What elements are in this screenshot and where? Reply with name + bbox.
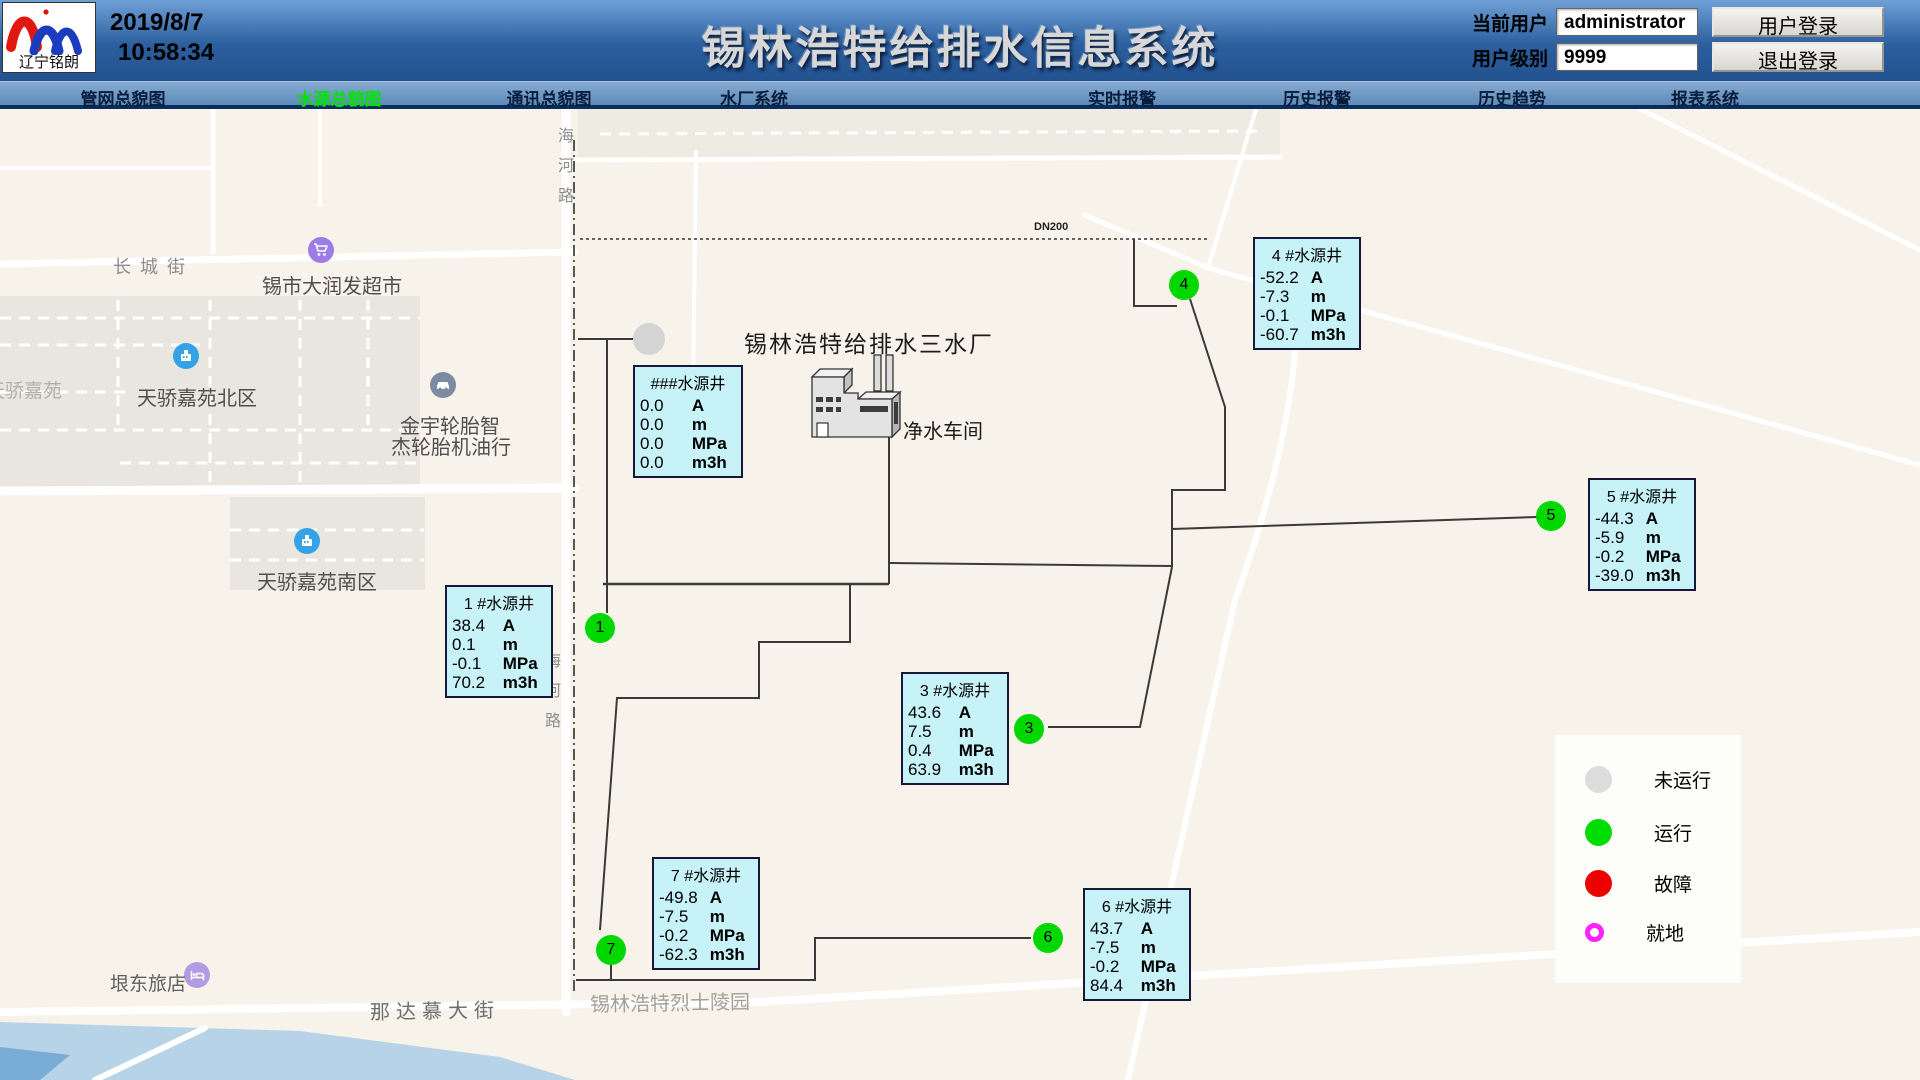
nav-item-history-trend[interactable]: 历史趋势	[1478, 85, 1546, 110]
datetime: 2019/8/7 10:58:34	[110, 8, 214, 68]
current-user-label: 当前用户	[1472, 9, 1548, 36]
poi-label-hotel: 垠东旅店	[110, 969, 186, 996]
residence-north-icon	[173, 343, 199, 369]
street-label-haihe-top: 海河路	[551, 127, 575, 217]
scada-app: 辽宁铭朗 2019/8/7 10:58:34 锡林浩特给排水信息系统 当前用户 …	[0, 0, 1920, 1080]
well-box-6[interactable]: 6 #水源井 43.7A -7.5m -0.2MPa 84.4m3h	[1083, 888, 1191, 1001]
nav-item-water-source-overview[interactable]: 水源总貌图	[297, 85, 382, 110]
hotel-bed-icon	[184, 962, 210, 988]
logout-button[interactable]: 退出登录	[1712, 42, 1884, 72]
current-user-field[interactable]: administrator	[1556, 8, 1698, 36]
well-circle-6[interactable]: 6	[1033, 923, 1063, 953]
legend-local-icon	[1585, 923, 1604, 942]
poi-label-tianjiao-south: 天骄嘉苑南区	[257, 566, 377, 595]
map-canvas: 长城街 海河路 海河路 那达慕大街 锡林浩特烈士陵园 锡市大润发超市 天骄嘉苑 …	[0, 109, 1920, 1080]
poi-label-tianjiao: 天骄嘉苑	[0, 376, 62, 403]
poi-label-supermarket: 锡市大润发超市	[262, 270, 402, 299]
user-level-field[interactable]: 9999	[1556, 43, 1698, 71]
river-water	[0, 1022, 575, 1080]
well-circle-1[interactable]: 1	[585, 613, 615, 643]
well-box-2[interactable]: ###水源井 0.0A 0.0m 0.0MPa 0.0m3h	[633, 365, 743, 478]
legend-local-label: 就地	[1646, 919, 1684, 946]
poi-label-tire-line2: 杰轮胎机油行	[391, 431, 511, 460]
residence-south-icon	[294, 528, 320, 554]
nav-item-comm-overview[interactable]: 通讯总貌图	[507, 85, 592, 110]
well-box-7[interactable]: 7 #水源井 -49.8A -7.5m -0.2MPa -62.3m3h	[652, 857, 760, 970]
login-button[interactable]: 用户登录	[1712, 7, 1884, 37]
well-circle-3[interactable]: 3	[1014, 714, 1044, 744]
legend-fault-label: 故障	[1654, 870, 1692, 897]
header: 辽宁铭朗 2019/8/7 10:58:34 锡林浩特给排水信息系统 当前用户 …	[0, 0, 1920, 81]
dn200-label: DN200	[1034, 221, 1068, 233]
logo-text: 辽宁铭朗	[19, 55, 79, 71]
legend-stopped-icon	[1585, 766, 1612, 793]
user-panel: 当前用户 administrator 用户登录 用户级别 9999 退出登录	[1472, 6, 1884, 76]
well-circle-2-stopped[interactable]	[633, 323, 665, 355]
nav-item-pipe-network-overview[interactable]: 管网总貌图	[81, 85, 166, 110]
well-box-5[interactable]: 5 #水源井 -44.3A -5.9m -0.2MPa -39.0m3h	[1588, 478, 1696, 591]
time-text: 10:58:34	[110, 38, 214, 68]
street-label-nadamu: 那达慕大街	[370, 994, 500, 1025]
date-text: 2019/8/7	[110, 8, 214, 38]
workshop-label: 净水车间	[903, 415, 983, 444]
legend-running-icon	[1585, 819, 1612, 846]
legend-stopped-label: 未运行	[1654, 766, 1711, 793]
street-label-lieshiling: 锡林浩特烈士陵园	[590, 986, 750, 1018]
well-box-1[interactable]: 1 #水源井 38.4A 0.1m -0.1MPa 70.2m3h	[445, 585, 553, 698]
logo-swoosh-icon	[4, 5, 94, 55]
user-level-label: 用户级别	[1472, 44, 1548, 71]
street-label-changcheng: 长城街	[113, 253, 194, 279]
main-nav: 管网总貌图 水源总貌图 通讯总貌图 水厂系统 实时报警 历史报警 历史趋势 报表…	[0, 81, 1920, 109]
status-legend: 未运行 运行 故障 就地	[1555, 735, 1741, 983]
legend-running-label: 运行	[1654, 819, 1692, 846]
well-circle-4[interactable]: 4	[1169, 270, 1199, 300]
poi-label-tianjiao-north: 天骄嘉苑北区	[137, 382, 257, 411]
well-box-4[interactable]: 4 #水源井 -52.2A -7.3m -0.1MPa -60.7m3h	[1253, 237, 1361, 350]
well-circle-7[interactable]: 7	[596, 935, 626, 965]
legend-fault-icon	[1585, 870, 1612, 897]
well-circle-5[interactable]: 5	[1536, 501, 1566, 531]
app-logo: 辽宁铭朗	[2, 2, 96, 73]
supermarket-cart-icon	[308, 237, 334, 263]
page-title: 锡林浩特给排水信息系统	[702, 12, 1219, 76]
nav-item-plant-system[interactable]: 水厂系统	[720, 85, 788, 110]
well-box-3[interactable]: 3 #水源井 43.6A 7.5m 0.4MPa 63.9m3h	[901, 672, 1009, 785]
nav-item-report-system[interactable]: 报表系统	[1671, 85, 1739, 110]
nav-item-realtime-alarm[interactable]: 实时报警	[1088, 85, 1156, 110]
nav-item-history-alarm[interactable]: 历史报警	[1283, 85, 1351, 110]
tire-shop-car-icon	[430, 372, 456, 398]
